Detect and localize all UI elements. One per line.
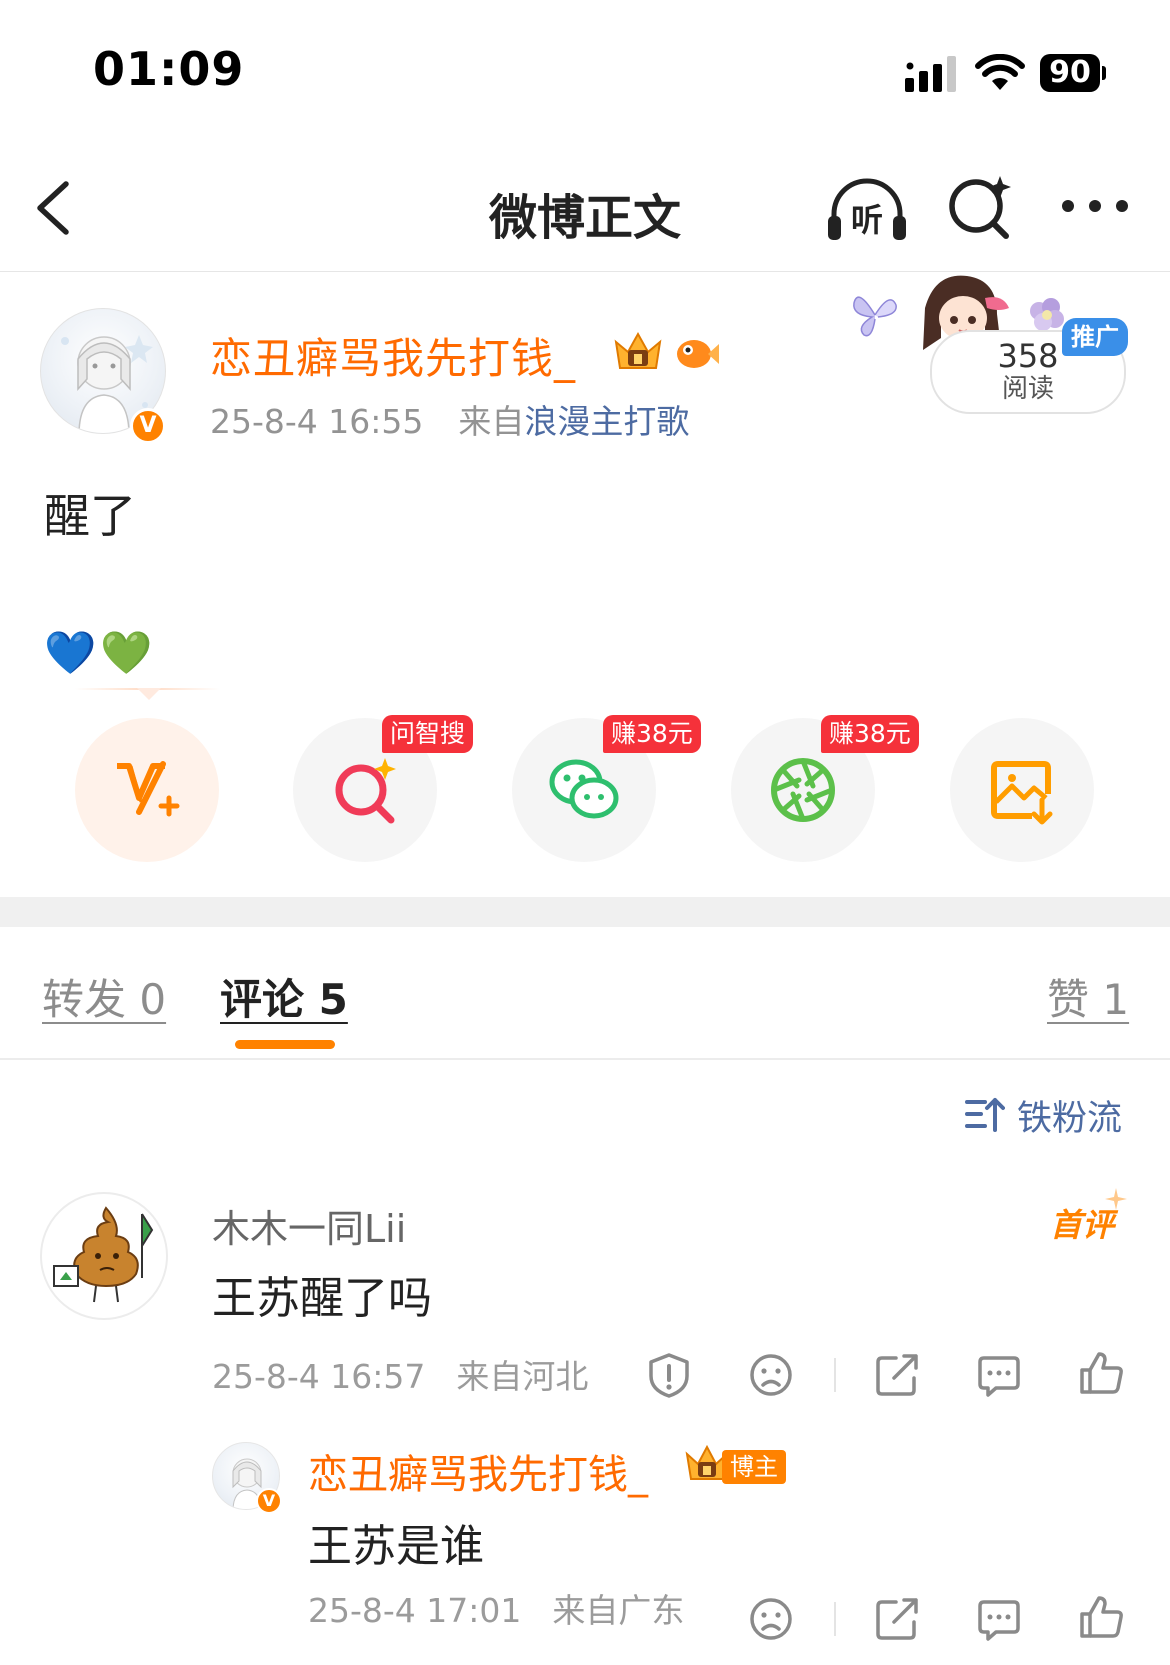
post-text: 醒了 xyxy=(44,489,136,543)
reply-like-thumb-icon[interactable] xyxy=(1078,1594,1124,1640)
post-emoji-row: 💙💚 xyxy=(44,628,157,678)
reply-action-separator xyxy=(834,1602,836,1636)
tab-likes[interactable]: 赞 1 xyxy=(1047,966,1129,1027)
fish-badge-icon xyxy=(677,340,719,368)
comment-location: 来自河北 xyxy=(456,1357,589,1396)
crown-member-badge-icon xyxy=(614,331,662,369)
reply-time: 25-8-4 17:01 xyxy=(308,1591,522,1630)
section-divider xyxy=(0,897,1170,927)
reply-verified-badge: V xyxy=(256,1488,282,1514)
reply-text: 王苏是谁 xyxy=(308,1521,484,1572)
listen-headphones-icon[interactable]: 听 xyxy=(826,176,908,242)
save-image-icon xyxy=(991,761,1053,825)
wifi-icon xyxy=(975,54,1025,90)
sparkle-icon xyxy=(1105,1188,1127,1210)
share-ai-search-tag: 问智搜 xyxy=(382,715,474,753)
promote-tag[interactable]: 推广 xyxy=(1062,318,1128,356)
vplus-icon xyxy=(117,761,180,817)
tab-reposts[interactable]: 转发 0 xyxy=(42,966,166,1027)
svg-text:听: 听 xyxy=(851,201,883,239)
verified-badge: V xyxy=(130,408,166,444)
sort-icon xyxy=(965,1098,1005,1132)
green-heart-emoji: 💚 xyxy=(100,628,153,677)
commenter-name[interactable]: 木木一同Lii xyxy=(212,1198,406,1253)
butterfly-decoration-icon xyxy=(853,296,897,337)
battery-icon: 90 xyxy=(1040,54,1106,92)
blue-heart-emoji: 💙 xyxy=(44,628,97,677)
post-time: 25-8-4 16:55 xyxy=(210,402,424,441)
share-comment-icon[interactable] xyxy=(874,1352,920,1398)
share-pointer-indicator xyxy=(75,688,220,700)
dislike-face-icon[interactable] xyxy=(748,1352,794,1398)
comment-text: 王苏醒了吗 xyxy=(212,1273,432,1324)
sort-label: 铁粉流 xyxy=(1017,1099,1123,1139)
comment-meta: 25-8-4 16:57 来自河北 xyxy=(212,1350,588,1398)
share-vplus-button[interactable] xyxy=(75,718,219,862)
read-label: 阅读 xyxy=(1001,374,1054,404)
more-options-icon[interactable] xyxy=(1060,194,1130,218)
comment-time: 25-8-4 16:57 xyxy=(212,1357,426,1396)
wechat-moments-icon xyxy=(771,758,835,822)
post-source-link[interactable]: 浪漫主打歌 xyxy=(524,402,689,441)
tab-comments[interactable]: 评论 5 xyxy=(220,966,348,1027)
status-bar: 01:09 90 xyxy=(0,0,1170,140)
status-time: 01:09 xyxy=(93,42,245,96)
ai-search-color-icon xyxy=(335,758,396,824)
reply-comment-bubble-icon[interactable] xyxy=(976,1596,1022,1642)
reply-meta: 25-8-4 17:01 来自广东 xyxy=(308,1584,684,1632)
cellular-signal-icon xyxy=(905,56,956,92)
tab-divider xyxy=(0,1058,1170,1060)
author-name[interactable]: 恋丑癖骂我先打钱_ xyxy=(210,325,576,386)
tab-active-indicator xyxy=(235,1040,335,1049)
reply-comment-icon[interactable] xyxy=(976,1352,1022,1398)
report-shield-icon[interactable] xyxy=(646,1352,692,1398)
post-source-prefix: 来自 xyxy=(458,402,525,441)
author-tag: 博主 xyxy=(722,1450,786,1484)
like-thumb-icon[interactable] xyxy=(1078,1350,1124,1396)
share-moments-reward-tag: 赚38元 xyxy=(821,715,919,753)
reply-dislike-face-icon[interactable] xyxy=(748,1596,794,1642)
top-nav-bar: 微博正文 听 xyxy=(0,140,1170,272)
save-image-button[interactable] xyxy=(950,718,1094,862)
battery-level: 90 xyxy=(1040,54,1100,92)
ai-search-icon[interactable] xyxy=(948,174,1014,240)
share-wechat-reward-tag: 赚38元 xyxy=(603,715,701,753)
poop-avatar-illustration xyxy=(53,1206,154,1303)
reply-share-icon[interactable] xyxy=(874,1596,920,1642)
action-separator xyxy=(834,1358,836,1392)
post-meta: 25-8-4 16:55 来自浪漫主打歌 xyxy=(210,395,689,443)
reply-location: 来自广东 xyxy=(552,1591,685,1630)
commenter-avatar[interactable] xyxy=(40,1192,168,1320)
reply-author-name[interactable]: 恋丑癖骂我先打钱_ xyxy=(308,1442,648,1500)
wechat-icon xyxy=(549,759,619,819)
